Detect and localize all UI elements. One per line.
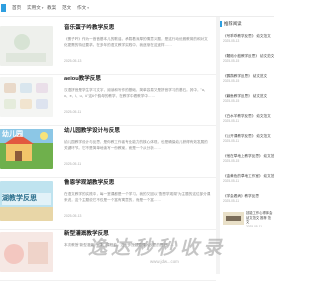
article-item[interactable]: 音乐蛋子吟教学反思 《蛋子吟》作为一首音基本儿的歌谣，承载着深厚的情意义题，是这… — [0, 17, 216, 75]
article-thumbnail[interactable] — [0, 77, 53, 117]
article-date: 2025-05-13 — [64, 59, 82, 63]
sidebar-list-item[interactable]: 《学会看病》教学反思 2025-05-11 — [223, 193, 274, 209]
article-excerpt: 在语文教学的实践中，每一堂课都是一个学习。我的又因以"鲁恩学观湖"为主题的这位部… — [64, 192, 211, 202]
sidebar-list-item[interactable]: 《号乖乖教学反思》 幼文范文 2025-05-13 — [223, 33, 274, 49]
sidebar-item-date: 2025-05-11 — [246, 224, 263, 227]
article-thumbnail[interactable]: 幼儿园 — [0, 129, 53, 169]
top-navigation-bar: 首页 实用文▾ 教案 范文 作文▾ — [0, 0, 274, 17]
sidebar-thumb-list-item[interactable]: 技能工作心得体会 幼文范文 推荐 范文 2025-05-11 — [246, 211, 274, 227]
sidebar-item-date: 2025-05-11 — [223, 119, 240, 123]
article-item[interactable]: aeiou教学反思 汉语拼音是学生学习文字，阅读和写作的基础，简单容易又是拼音学… — [0, 68, 216, 126]
sidebar-item-date: 2025-05-11 — [223, 179, 240, 183]
watermark-overlay: 逸达秒秒收录 — [88, 237, 227, 259]
article-title[interactable]: aeiou教学反思 — [64, 76, 101, 83]
nav-item-practical[interactable]: 实用文▾ — [27, 4, 44, 12]
nav-item-label: 实用文 — [27, 5, 41, 10]
article-item[interactable]: 湖教学反思 鲁恩学观湖教学反思 在语文教学的实践中，每一堂课都是一个学习。我的又… — [0, 172, 216, 230]
sidebar-list-item[interactable]: 《金黄色的草地工作室》 幼文范文 2025-05-11 — [223, 173, 274, 189]
chevron-down-icon: ▾ — [87, 6, 89, 10]
article-date: 2025-05-11 — [64, 162, 82, 166]
site-logo-icon[interactable] — [1, 4, 6, 12]
sidebar-item-date: 2025-05-13 — [223, 39, 240, 43]
nav-item-lesson-plans[interactable]: 教案 — [47, 4, 56, 11]
article-date: 2025-05-13 — [64, 214, 82, 218]
sidebar-item-date: 2025-05-11 — [223, 139, 240, 143]
sidebar-item-date: 2025-05-15 — [223, 99, 240, 103]
sidebar-item-date: 2025-05-15 — [223, 59, 240, 63]
sidebar-list-item[interactable]: 《白水羊教学反思》 幼文范文 2025-05-11 — [223, 113, 274, 129]
article-date: 2025-05-11 — [64, 110, 82, 114]
sidebar-list-item[interactable]: 《鹦鹉教学反思》 幼文范文 2025-05-15 — [223, 73, 274, 89]
sidebar-item-date: 2025-05-15 — [223, 79, 240, 83]
nav-item-label: 首页 — [12, 5, 22, 10]
watermark-url: www.jdw...com — [150, 259, 179, 264]
article-excerpt: 《蛋子吟》作为一首音基本儿的歌谣，承载着深厚的情意义题，是这行动优雅教育的和对文… — [64, 37, 208, 47]
sidebar-list-item[interactable]: 《鞭炮小鼓教学反思》 幼文范文 2025-05-15 — [223, 53, 274, 69]
article-title[interactable]: 幼儿园教学设计与反思 — [64, 128, 120, 135]
sidebar-item-date: 2025-05-15 — [223, 159, 240, 163]
thumbnail-caption: 湖教学反思 — [2, 195, 37, 202]
nav-item-home[interactable]: 首页 — [12, 4, 21, 11]
nav-item-label: 范文 — [62, 5, 72, 10]
article-item[interactable]: 幼儿园 幼儿园教学设计与反思 幼儿园教学设计与反思，是你教工作者专业能力的核心体… — [0, 120, 216, 178]
thumbnail-caption: 幼儿园 — [2, 131, 23, 138]
nav-item-compositions[interactable]: 作文▾ — [77, 4, 89, 12]
sidebar-list-item[interactable]: 《他在草地上教学反思》 幼文范文 2025-05-15 — [223, 153, 274, 169]
sidebar-thumbnail[interactable] — [223, 212, 244, 225]
article-excerpt: 幼儿园教学设计与反思，是你教工作者专业能力的核心体现，也是确保幼儿获得有效发展的… — [64, 140, 208, 150]
chevron-down-icon: ▾ — [41, 6, 44, 10]
sidebar-list-item[interactable]: 《公开课教学反思》 幼文范文 2025-05-11 — [223, 133, 274, 149]
heading-accent-bar — [220, 21, 222, 27]
article-thumbnail[interactable] — [0, 232, 53, 272]
sidebar-heading: 推荐阅读 — [224, 21, 242, 26]
article-thumbnail[interactable]: 湖教学反思 — [0, 181, 53, 221]
sidebar-item-title[interactable]: 技能工作心得体会 幼文范文 推荐 范文 — [246, 211, 274, 225]
nav-item-label: 教案 — [47, 5, 57, 10]
nav-item-label: 作文 — [77, 5, 87, 10]
nav-item-model-essays[interactable]: 范文 — [62, 4, 71, 11]
article-title[interactable]: 鲁恩学观湖教学反思 — [64, 180, 114, 187]
article-excerpt: 汉语拼音是学生学习文字，阅读和写作的基础，简单容易又是拼音学习的基石。其中，"a… — [64, 88, 208, 98]
sidebar-item-date: 2025-05-11 — [223, 199, 240, 203]
sidebar-list-item[interactable]: 《藕鱼教学反思》 幼文范文 2025-05-15 — [223, 93, 274, 109]
article-thumbnail[interactable] — [0, 26, 53, 66]
article-title[interactable]: 音乐蛋子吟教学反思 — [64, 25, 114, 32]
